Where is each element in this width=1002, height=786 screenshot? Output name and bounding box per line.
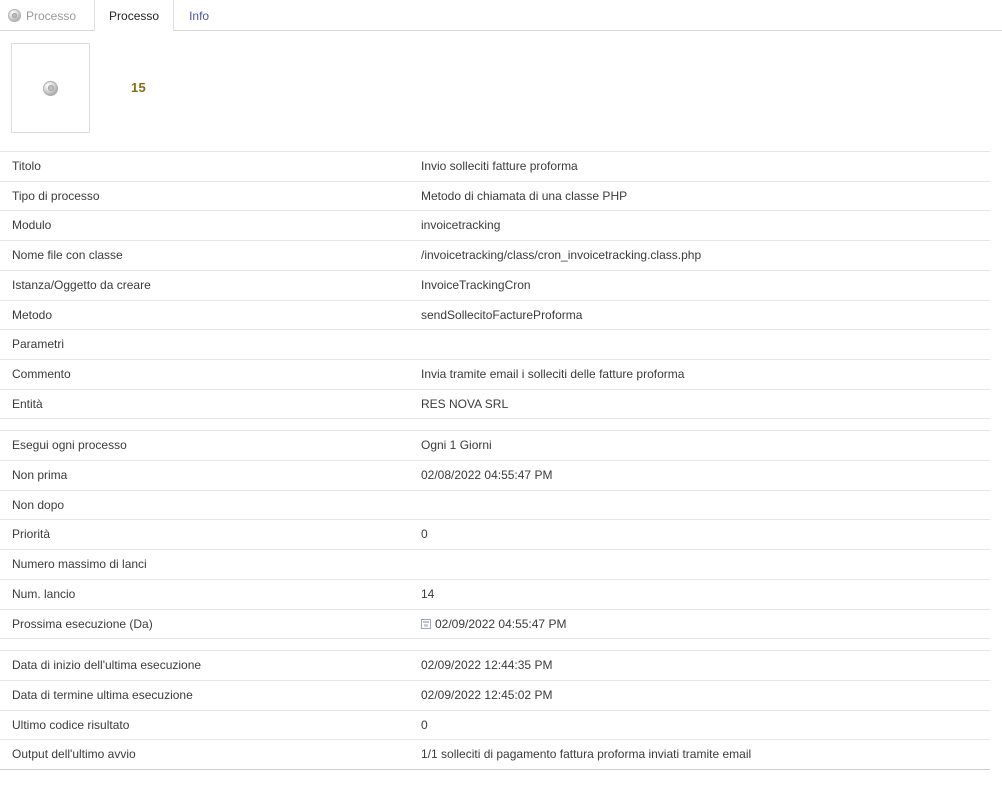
tab-object-title: Processo — [0, 0, 94, 31]
field-label: Esegui ogni processo — [0, 430, 416, 461]
record-ref-id: 15 — [131, 80, 147, 95]
field-value: 02/09/2022 12:44:35 PM — [416, 650, 990, 681]
field-value: 0 — [416, 709, 990, 740]
field-value: sendSollecitoFactureProforma — [416, 299, 990, 330]
field-value: /invoicetracking/class/cron_invoicetrack… — [416, 240, 990, 271]
record-thumbnail — [11, 43, 90, 133]
field-label: Tipo di processo — [0, 180, 416, 211]
field-label: Num. lancio — [0, 578, 416, 610]
tab-object-title-label: Processo — [26, 8, 77, 23]
field-label: Modulo — [0, 210, 416, 241]
tab-processo[interactable]: Processo — [94, 0, 175, 31]
section-divider-cell — [0, 638, 990, 651]
tab-bar: Processo Processo Info — [0, 0, 1002, 31]
field-label: Priorità — [0, 519, 416, 550]
field-label: Ultimo codice risultato — [0, 709, 416, 740]
table-row: Istanza/Oggetto da creare InvoiceTrackin… — [0, 269, 990, 301]
field-label: Output dell'ultimo avvio — [0, 739, 416, 771]
field-value: RES NOVA SRL — [416, 388, 990, 419]
field-value: 1/1 solleciti di pagamento fattura profo… — [416, 739, 990, 771]
field-value: 14 — [416, 578, 990, 610]
field-value: 02/09/2022 04:55:47 PM — [435, 616, 567, 631]
table-row: Non prima 02/08/2022 04:55:47 PM — [0, 460, 990, 491]
field-value-with-icon: 02/09/2022 04:55:47 PM — [416, 608, 990, 639]
field-label: Istanza/Oggetto da creare — [0, 269, 416, 301]
field-label: Non dopo — [0, 489, 416, 520]
table-row: Modulo invoicetracking — [0, 210, 990, 241]
field-label: Parametri — [0, 329, 416, 360]
process-detail-table: Titolo Invio solleciti fatture proforma … — [0, 151, 990, 771]
table-row: Ultimo codice risultato 0 — [0, 709, 990, 740]
field-value: 0 — [416, 519, 990, 550]
object-bullet-icon — [8, 9, 21, 22]
field-label: Data di inizio dell'ultima esecuzione — [0, 650, 416, 681]
table-row: Data di inizio dell'ultima esecuzione 02… — [0, 650, 990, 681]
field-label: Entità — [0, 388, 416, 419]
section-divider — [0, 638, 990, 651]
table-row: Priorità 0 — [0, 519, 990, 550]
object-bullet-icon — [43, 80, 58, 96]
field-value: Invio solleciti fatture proforma — [416, 151, 990, 182]
table-row: Num. lancio 14 — [0, 578, 990, 610]
field-label: Non prima — [0, 460, 416, 491]
section-divider-cell — [0, 418, 990, 431]
field-label: Nome file con classe — [0, 240, 416, 271]
field-label: Numero massimo di lanci — [0, 549, 416, 580]
field-value: invoicetracking — [416, 210, 990, 241]
field-value: 02/09/2022 12:45:02 PM — [416, 679, 990, 711]
record-banner: 15 — [0, 31, 1002, 151]
field-label: Prossima esecuzione (Da) — [0, 608, 416, 639]
table-row: Nome file con classe /invoicetracking/cl… — [0, 240, 990, 271]
field-value: 02/08/2022 04:55:47 PM — [416, 460, 990, 491]
table-row: Titolo Invio solleciti fatture proforma — [0, 151, 990, 182]
table-row-next-execution: Prossima esecuzione (Da) 02/09/2022 04:5… — [0, 608, 990, 639]
field-value — [416, 329, 990, 360]
table-row: Commento Invia tramite email i solleciti… — [0, 358, 990, 390]
tab-info-label: Info — [189, 8, 210, 23]
table-row: Metodo sendSollecitoFactureProforma — [0, 299, 990, 330]
field-value: InvoiceTrackingCron — [416, 269, 990, 301]
detail-table-body: Titolo Invio solleciti fatture proforma … — [0, 151, 990, 771]
field-value: Metodo di chiamata di una classe PHP — [416, 180, 990, 211]
table-row: Tipo di processo Metodo di chiamata di u… — [0, 180, 990, 211]
field-label: Commento — [0, 358, 416, 390]
section-divider — [0, 418, 990, 431]
table-row: Esegui ogni processo Ogni 1 Giorni — [0, 430, 990, 461]
field-value — [416, 489, 990, 520]
calendar-icon — [421, 618, 431, 629]
table-row: Output dell'ultimo avvio 1/1 solleciti d… — [0, 739, 990, 771]
field-label: Data di termine ultima esecuzione — [0, 679, 416, 711]
field-label: Metodo — [0, 299, 416, 330]
table-row: Non dopo — [0, 489, 990, 520]
table-row: Numero massimo di lanci — [0, 549, 990, 580]
table-row: Parametri — [0, 329, 990, 360]
table-row: Data di termine ultima esecuzione 02/09/… — [0, 679, 990, 711]
tab-info[interactable]: Info — [174, 0, 224, 31]
field-value — [416, 549, 990, 580]
table-row: Entità RES NOVA SRL — [0, 388, 990, 419]
field-value: Ogni 1 Giorni — [416, 430, 990, 461]
field-value: Invia tramite email i solleciti delle fa… — [416, 358, 990, 390]
field-label: Titolo — [0, 151, 416, 182]
tab-processo-label: Processo — [109, 8, 160, 23]
